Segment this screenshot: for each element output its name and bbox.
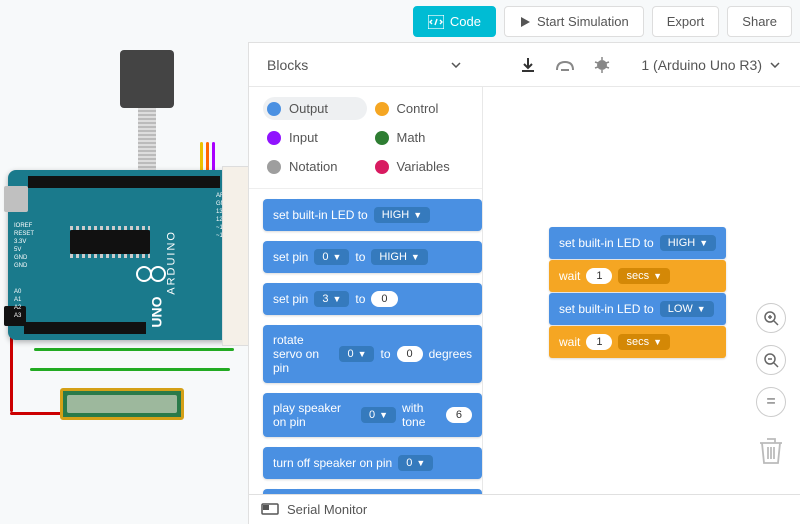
- block-dropdown[interactable]: HIGH ▼: [374, 207, 430, 223]
- component-arduino-uno[interactable]: ARDUINO UNO AREFGND1312~11~10 IOREFRESET…: [8, 170, 236, 340]
- block-value-input[interactable]: 6: [446, 407, 472, 423]
- category-dot-icon: [267, 102, 281, 116]
- category-dot-icon: [375, 160, 389, 174]
- category-label: Math: [397, 130, 426, 145]
- share-button[interactable]: Share: [727, 6, 792, 37]
- category-output[interactable]: Output: [263, 97, 367, 120]
- wire[interactable]: [34, 348, 234, 351]
- category-label: Output: [289, 101, 328, 116]
- category-label: Notation: [289, 159, 337, 174]
- device-select[interactable]: 1 (Arduino Uno R3): [641, 57, 790, 73]
- view-mode-label: Blocks: [267, 57, 308, 73]
- component-lcd[interactable]: [60, 388, 184, 420]
- block-dropdown[interactable]: 0 ▼: [361, 407, 396, 423]
- block-palette: OutputControlInputMathNotationVariables …: [249, 87, 483, 524]
- start-sim-label: Start Simulation: [537, 14, 629, 29]
- category-label: Input: [289, 130, 318, 145]
- circuit-canvas[interactable]: ARDUINO UNO AREFGND1312~11~10 IOREFRESET…: [0, 42, 248, 524]
- block-value-input[interactable]: 0: [397, 346, 423, 362]
- block-set_pin_val[interactable]: set pin3 ▼to0: [263, 283, 482, 315]
- block-dropdown[interactable]: 0 ▼: [398, 455, 433, 471]
- workspace-tools: =: [756, 303, 786, 470]
- fit-button[interactable]: =: [756, 387, 786, 417]
- library-icon[interactable]: [555, 58, 575, 72]
- panel-body: OutputControlInputMathNotationVariables …: [249, 87, 800, 524]
- block-blue[interactable]: set built-in LED toHIGH ▼: [549, 227, 726, 259]
- trash-icon: [758, 435, 784, 465]
- top-toolbar: Code Start Simulation Export Share: [413, 6, 792, 37]
- block-speaker[interactable]: play speaker on pin0 ▼with tone6: [263, 393, 482, 437]
- category-input[interactable]: Input: [263, 126, 367, 149]
- wire[interactable]: [30, 368, 230, 371]
- code-icon: [428, 15, 444, 29]
- device-label: 1 (Arduino Uno R3): [641, 57, 762, 73]
- debug-icon[interactable]: [593, 56, 611, 74]
- category-notation[interactable]: Notation: [263, 155, 367, 178]
- category-variables[interactable]: Variables: [371, 155, 475, 178]
- component-breadboard[interactable]: [222, 166, 248, 346]
- play-icon: [519, 16, 531, 28]
- arduino-logo-text: ARDUINO: [166, 230, 178, 295]
- trash-button[interactable]: [758, 435, 784, 470]
- category-control[interactable]: Control: [371, 97, 475, 120]
- block-dropdown[interactable]: HIGH ▼: [371, 249, 427, 265]
- block-set_pin[interactable]: set pin0 ▼toHIGH ▼: [263, 241, 482, 273]
- block-speaker_off[interactable]: turn off speaker on pin0 ▼: [263, 447, 482, 479]
- block-servo[interactable]: rotate servo on pin0 ▼to0degrees: [263, 325, 482, 383]
- block-dropdown[interactable]: secs ▼: [618, 268, 670, 284]
- workspace-stack[interactable]: set built-in LED toHIGH ▼wait1secs ▼set …: [549, 227, 726, 359]
- category-label: Variables: [397, 159, 450, 174]
- block-led_builtin[interactable]: set built-in LED toHIGH ▼: [263, 199, 482, 231]
- component-camera[interactable]: [120, 50, 174, 108]
- panel-header: Blocks 1 (Arduino Uno R3): [249, 43, 800, 87]
- block-blue[interactable]: set built-in LED toLOW ▼: [549, 293, 726, 325]
- code-label: Code: [450, 14, 481, 29]
- caret-down-icon: [451, 62, 461, 68]
- category-math[interactable]: Math: [371, 126, 475, 149]
- block-value-input[interactable]: 0: [371, 291, 397, 307]
- block-orange[interactable]: wait1secs ▼: [549, 326, 726, 358]
- categories: Output Control Input Math Notation Variables: [249, 87, 482, 189]
- zoom-out-button[interactable]: [756, 345, 786, 375]
- export-button[interactable]: Export: [652, 6, 720, 37]
- block-workspace[interactable]: set built-in LED toHIGH ▼wait1secs ▼set …: [483, 87, 800, 524]
- serial-monitor-toggle[interactable]: Serial Monitor: [249, 494, 800, 524]
- block-value-input[interactable]: 1: [586, 334, 612, 350]
- code-button[interactable]: Code: [413, 6, 496, 37]
- zoom-in-button[interactable]: [756, 303, 786, 333]
- block-dropdown[interactable]: 0 ▼: [314, 249, 349, 265]
- start-simulation-button[interactable]: Start Simulation: [504, 6, 644, 37]
- block-orange[interactable]: wait1secs ▼: [549, 260, 726, 292]
- zoom-out-icon: [763, 352, 779, 368]
- caret-down-icon: [770, 62, 780, 68]
- palette-block-list: set built-in LED toHIGH ▼ set pin0 ▼toHIG…: [249, 189, 482, 524]
- block-dropdown[interactable]: 3 ▼: [314, 291, 349, 307]
- block-dropdown[interactable]: HIGH ▼: [660, 235, 716, 251]
- view-mode-select[interactable]: Blocks: [259, 53, 469, 77]
- zoom-in-icon: [763, 310, 779, 326]
- block-value-input[interactable]: 1: [586, 268, 612, 284]
- arduino-model-text: UNO: [148, 296, 164, 327]
- code-panel: Blocks 1 (Arduino Uno R3) Output Control I…: [248, 42, 800, 524]
- category-label: Control: [397, 101, 439, 116]
- monitor-icon: [261, 503, 279, 517]
- serial-monitor-label: Serial Monitor: [287, 502, 367, 517]
- block-dropdown[interactable]: LOW ▼: [660, 301, 714, 317]
- block-dropdown[interactable]: 0 ▼: [339, 346, 374, 362]
- category-dot-icon: [375, 102, 389, 116]
- download-icon[interactable]: [519, 56, 537, 74]
- category-dot-icon: [267, 160, 281, 174]
- panel-tools: [519, 56, 611, 74]
- category-dot-icon: [375, 131, 389, 145]
- block-dropdown[interactable]: secs ▼: [618, 334, 670, 350]
- category-dot-icon: [267, 131, 281, 145]
